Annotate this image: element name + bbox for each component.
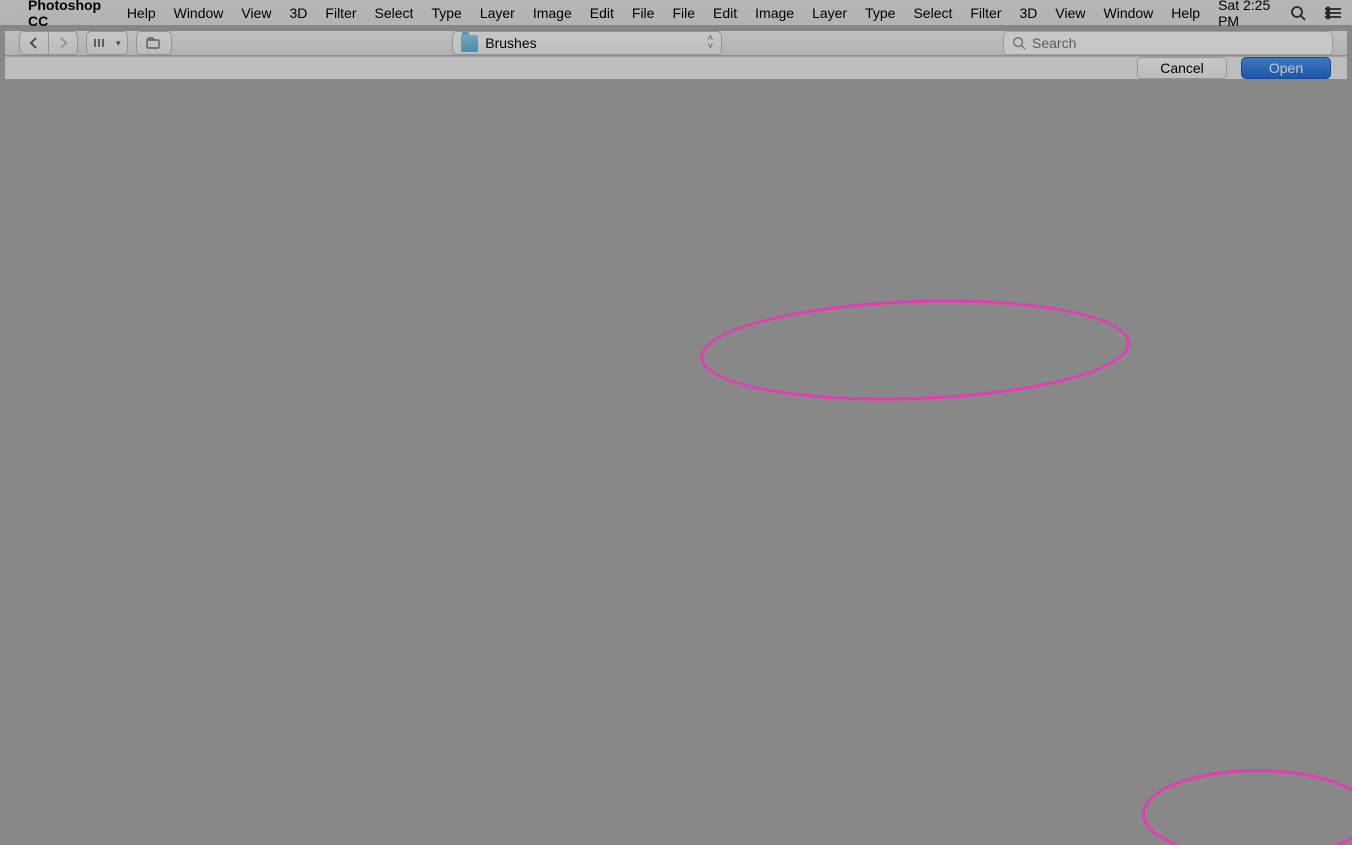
chevron-updown-icon: ˄˅ <box>707 35 713 51</box>
menu-layer[interactable]: Layer <box>812 5 847 21</box>
menu-filter[interactable]: Filter <box>325 5 356 21</box>
menu-select[interactable]: Select <box>375 5 414 21</box>
folder-icon <box>461 35 478 52</box>
menubar-clock: Sat 2:25 PM <box>1218 0 1272 29</box>
menu-window[interactable]: Window <box>1104 5 1154 21</box>
menu-image[interactable]: Image <box>533 5 572 21</box>
annotation-ellipse <box>1142 769 1352 845</box>
menu-view[interactable]: View <box>241 5 271 21</box>
menu-file[interactable]: File <box>632 5 655 21</box>
menu-type[interactable]: Type <box>431 5 461 21</box>
annotation-ellipse <box>698 293 1131 408</box>
system-menubar: Photoshop CC HelpWindowView3DFilterSelec… <box>0 0 1352 25</box>
path-popup[interactable]: Brushes ˄˅ <box>452 31 722 55</box>
forward-button[interactable] <box>49 31 78 55</box>
back-button[interactable] <box>19 31 49 55</box>
menu-file[interactable]: File <box>672 5 695 21</box>
group-button[interactable] <box>136 31 172 55</box>
menu-edit[interactable]: Edit <box>713 5 737 21</box>
menu-3d[interactable]: 3D <box>290 5 308 21</box>
menu-help[interactable]: Help <box>1171 5 1200 21</box>
search-field[interactable] <box>1003 31 1333 55</box>
dialog-toolbar: ▾ Brushes ˄˅ <box>5 31 1347 56</box>
menu-layer[interactable]: Layer <box>480 5 515 21</box>
view-mode-button[interactable]: ▾ <box>86 31 128 55</box>
cancel-button[interactable]: Cancel <box>1137 57 1227 79</box>
menu-edit[interactable]: Edit <box>590 5 614 21</box>
dialog-footer: Cancel Open <box>5 56 1347 79</box>
menu-type[interactable]: Type <box>865 5 895 21</box>
menu-window[interactable]: Window <box>174 5 224 21</box>
menu-image[interactable]: Image <box>755 5 794 21</box>
control-center-icon[interactable] <box>1324 4 1342 22</box>
path-label: Brushes <box>485 35 536 51</box>
app-menu[interactable]: Photoshop CC <box>28 0 109 29</box>
menu-view[interactable]: View <box>1055 5 1085 21</box>
open-button[interactable]: Open <box>1241 57 1331 79</box>
menu-filter[interactable]: Filter <box>970 5 1001 21</box>
menu-3d[interactable]: 3D <box>1020 5 1038 21</box>
menu-help[interactable]: Help <box>127 5 156 21</box>
search-input[interactable] <box>1032 35 1324 51</box>
open-file-dialog: ▾ Brushes ˄˅ Adobe Acrobat DC▶Adobe Crea… <box>4 30 1348 32</box>
nav-back-forward <box>19 31 78 55</box>
spotlight-icon[interactable] <box>1290 4 1306 22</box>
menu-select[interactable]: Select <box>913 5 952 21</box>
